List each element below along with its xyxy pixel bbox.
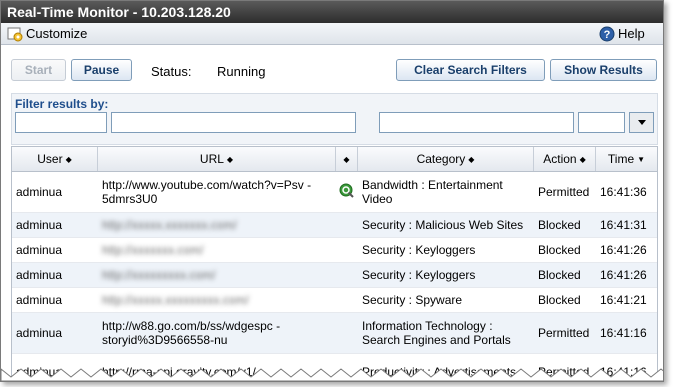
category-filter-input[interactable]: [379, 112, 574, 133]
table-row[interactable]: adminua http://xxxxx.xxxxxxxxx.com/Securi…: [12, 288, 657, 313]
help-menu[interactable]: ? Help: [599, 25, 645, 42]
category-cell: Information Technology : Search Engines …: [362, 319, 511, 347]
table-row[interactable]: adminua http://xxxxx.xxxxxxx.com/Security…: [12, 213, 657, 238]
search-icon[interactable]: [339, 183, 355, 202]
column-action[interactable]: Action ◆: [534, 147, 596, 171]
url-filter-input[interactable]: [111, 112, 356, 133]
url-cell: http://xxxxx.xxxxxxxxx.com/: [102, 293, 249, 307]
clear-search-filters-button[interactable]: Clear Search Filters: [396, 59, 545, 81]
action-cell: Permitted: [538, 185, 590, 199]
sort-icon: ◆: [468, 154, 475, 164]
category-header-label: Category: [416, 152, 466, 166]
column-time[interactable]: Time ▼: [596, 147, 657, 171]
url-cell: http://www.youtube.com/watch?v=Psv - 5dm…: [102, 178, 312, 206]
user-cell: adminua: [16, 268, 63, 282]
category-cell: Security : Malicious Web Sites: [362, 218, 524, 232]
category-cell: Bandwidth : Entertainment Video: [362, 178, 503, 206]
real-time-monitor-window: Real-Time Monitor - 10.203.128.20 Custom…: [0, 0, 664, 382]
start-button[interactable]: Start: [11, 59, 66, 81]
action-header-label: Action: [543, 152, 577, 166]
user-cell: adminua: [16, 243, 63, 257]
table-row[interactable]: adminua http://xxxxxxxxx.com/Security : K…: [12, 263, 657, 288]
sort-icon: ◆: [226, 154, 234, 164]
time-cell: 16:41:16: [600, 326, 647, 340]
icon-cell: [336, 313, 358, 353]
action-cell: Blocked: [538, 218, 581, 232]
window-title: Real-Time Monitor - 10.203.128.20: [1, 1, 663, 23]
sort-icon: ◆: [65, 154, 72, 164]
filter-panel: Filter results by:: [11, 93, 658, 145]
action-cell: Blocked: [538, 293, 581, 307]
url-header-label: URL: [199, 152, 224, 166]
category-cell: Security : Spyware: [362, 293, 463, 307]
table-row[interactable]: adminua http://www.youtube.com/watch?v=Ps…: [12, 172, 657, 213]
category-cell: Security : Keyloggers: [362, 268, 476, 282]
time-cell: 16:41:36: [600, 185, 647, 199]
help-label: Help: [618, 26, 645, 41]
sort-icon: ◆: [579, 154, 586, 164]
svg-text:?: ?: [604, 29, 611, 41]
url-cell: http://xxxxxxxxx.com/: [102, 268, 216, 282]
column-icon[interactable]: ◆: [336, 147, 358, 171]
time-cell: 16:41:26: [600, 243, 647, 257]
url-cell: http://w88.go.com/b/ss/wdgespc - storyid…: [102, 319, 281, 347]
table-row[interactable]: adminua http://xxxxxxx.com/Security : Key…: [12, 238, 657, 263]
action-cell: Blocked: [538, 243, 581, 257]
url-cell: http://xxxxx.xxxxxxx.com/: [102, 218, 237, 232]
url-cell: http://xxxxxxx.com/: [102, 243, 204, 257]
column-url[interactable]: URL ◆: [98, 147, 336, 171]
customize-label: Customize: [26, 26, 88, 41]
status-label: Status:: [151, 64, 192, 79]
time-header-label: Time: [607, 152, 635, 166]
help-icon: ?: [599, 26, 615, 42]
column-user[interactable]: User ◆: [12, 147, 98, 171]
time-cell: 16:41:31: [600, 218, 647, 232]
pause-button[interactable]: Pause: [71, 59, 132, 81]
show-results-button[interactable]: Show Results: [550, 59, 657, 81]
action-cell: Permitted: [538, 326, 590, 340]
user-cell: adminua: [16, 185, 63, 199]
time-cell: 16:41:26: [600, 268, 647, 282]
icon-cell: [336, 263, 358, 287]
torn-edge: [1, 368, 663, 381]
table-body: adminua http://www.youtube.com/watch?v=Ps…: [12, 172, 657, 381]
icon-cell: [336, 172, 358, 212]
dropdown-arrow-icon: [637, 120, 646, 125]
icon-cell: [336, 238, 358, 262]
user-filter-input[interactable]: [15, 112, 107, 133]
action-cell: Blocked: [538, 268, 581, 282]
category-cell: Security : Keyloggers: [362, 243, 476, 257]
user-cell: adminua: [16, 218, 63, 232]
column-category[interactable]: Category ◆: [358, 147, 534, 171]
user-cell: adminua: [16, 293, 63, 307]
user-header-label: User: [37, 152, 63, 166]
results-table: User ◆ URL ◆ ◆ Category ◆ Action ◆ Time ▼ adm…: [11, 146, 658, 381]
icon-cell: [336, 288, 358, 312]
sort-icon: ◆: [343, 154, 350, 164]
time-filter-dropdown[interactable]: [629, 112, 654, 133]
table-row[interactable]: adminua http://w88.go.com/b/ss/wdgespc - …: [12, 313, 657, 354]
user-cell: adminua: [16, 326, 63, 340]
status-value: Running: [217, 64, 266, 79]
gear-icon: [7, 26, 23, 42]
action-filter-input[interactable]: [578, 112, 625, 133]
icon-cell: [336, 213, 358, 237]
menubar: Customize ? Help: [1, 23, 663, 45]
customize-menu[interactable]: Customize: [7, 25, 87, 42]
filter-title: Filter results by:: [15, 97, 109, 111]
sort-desc-icon: ▼: [637, 154, 646, 164]
time-cell: 16:41:21: [600, 293, 647, 307]
table-header: User ◆ URL ◆ ◆ Category ◆ Action ◆ Time ▼: [12, 147, 657, 172]
